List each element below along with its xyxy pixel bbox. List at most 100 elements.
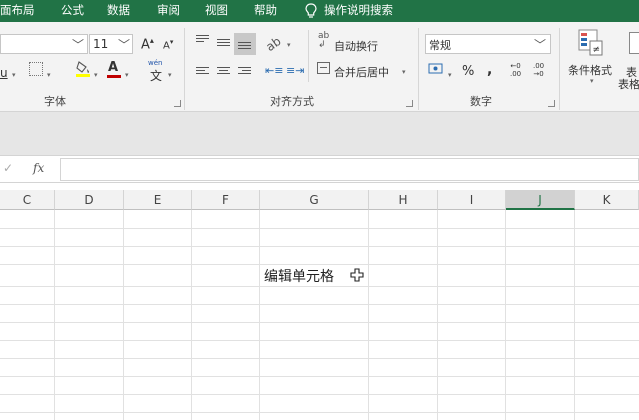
ribbon: ﹀ 11 ﹀ A▴ A▾ u ▾ ▾ ▾ A ▾ wén 文 ▾ 字体 ab ▾… [0,22,639,112]
font-group-label: 字体 [44,95,66,108]
chevron-down-icon[interactable]: ▾ [12,71,16,79]
chevron-down-icon[interactable]: ▾ [402,68,406,76]
number-group-label: 数字 [470,95,492,108]
chevron-down-icon[interactable]: ﹀ [534,36,546,53]
formula-input[interactable] [60,158,639,181]
lightbulb-icon[interactable] [305,3,317,19]
chevron-down-icon[interactable]: ▾ [448,71,452,79]
font-dialog-launcher[interactable] [174,100,181,107]
shrink-font-button[interactable]: A▾ [163,38,173,51]
grid-line [0,286,639,287]
wrap-text-button[interactable]: 自动换行 [334,38,378,54]
wrap-icon-label: ab [318,31,330,41]
chevron-down-icon[interactable]: ▾ [168,71,172,79]
chevron-down-icon[interactable]: ▾ [125,71,129,79]
dec-decimal-top: .00 [533,62,545,70]
grid-line [0,340,639,341]
align-bottom-button-active[interactable] [234,33,256,55]
grid-line [259,210,260,420]
dec-decimal-bottom: →0 [533,70,544,78]
chevron-down-icon[interactable]: ▾ [94,71,98,79]
decrease-indent-icon[interactable]: ⇤≡ [265,64,283,77]
column-header-e[interactable]: E [124,190,192,210]
column-header-h[interactable]: H [369,190,438,210]
column-header-g[interactable]: G [260,190,369,210]
underline-button[interactable]: u [0,66,8,80]
grid-line [574,210,575,420]
chevron-down-icon[interactable]: ▾ [287,41,291,49]
percent-button[interactable]: % [462,64,474,79]
ribbon-tab-bar: 面布局 公式 数据 审阅 视图 帮助 操作说明搜索 [0,0,639,22]
grid-line [0,228,639,229]
orientation-icon[interactable]: ab [263,34,283,54]
font-color-button[interactable]: A [108,60,118,75]
number-format-combobox[interactable]: 常规 ﹀ [425,34,551,54]
comma-button[interactable]: , [487,62,492,78]
grid-line [0,412,639,413]
conditional-formatting-button[interactable]: 条件格式 [568,62,612,78]
grid-line [123,210,124,420]
check-icon[interactable]: ✓ [3,161,13,175]
grid-line [368,210,369,420]
alignment-dialog-launcher[interactable] [406,100,413,107]
column-header-i[interactable]: I [438,190,506,210]
worksheet-grid[interactable]: C D E F G H I J K 编辑单元格 [0,190,639,420]
phonetic-guide-button[interactable]: 文 [150,67,162,84]
tab-review[interactable]: 审阅 [157,0,180,22]
svg-text:≠: ≠ [593,45,601,55]
tell-me-search[interactable]: 操作说明搜索 [324,0,393,22]
column-header-f[interactable]: F [192,190,260,210]
increase-decimal-button[interactable]: ←0.00 [510,62,521,78]
merge-center-button[interactable]: 合并后居中 [334,64,389,80]
tab-data[interactable]: 数据 [107,0,130,22]
wrap-text-icon[interactable]: ab ↲ [318,32,329,50]
grid-line [505,210,506,420]
grid-line [0,304,639,305]
conditional-formatting-icon[interactable]: ≠ [577,28,605,58]
column-header-c[interactable]: C [0,190,55,210]
ribbon-spacer [0,112,639,155]
shrink-font-label: A [163,40,170,52]
chevron-down-icon[interactable]: ▾ [590,77,594,85]
chevron-down-icon[interactable]: ﹀ [118,36,130,53]
column-header-d[interactable]: D [55,190,124,210]
accounting-format-icon[interactable] [428,62,444,76]
align-top-icon[interactable] [196,35,209,44]
grid-line [0,322,639,323]
decrease-decimal-button[interactable]: .00 →0 [533,62,544,78]
number-format-value: 常规 [429,39,451,52]
align-center-icon[interactable] [217,67,230,76]
tab-page-layout[interactable]: 面布局 [0,0,35,22]
chevron-down-icon[interactable]: ﹀ [72,36,84,53]
align-left-icon[interactable] [196,67,209,76]
insert-function-button[interactable]: fx [33,161,44,175]
grid-line [0,246,639,247]
align-right-icon[interactable] [238,67,251,76]
grid-line [0,394,639,395]
group-divider [418,28,419,110]
grid-line [0,264,639,265]
increase-indent-icon[interactable]: ≡⇥ [286,64,304,77]
borders-icon[interactable] [29,62,43,76]
merge-center-icon[interactable] [317,62,330,74]
tab-help[interactable]: 帮助 [254,0,277,22]
grow-font-button[interactable]: A▴ [141,36,154,52]
align-middle-icon[interactable] [217,39,230,48]
grid-line [191,210,192,420]
format-as-table-label-2[interactable]: 表格 [618,76,639,92]
tab-view[interactable]: 视图 [205,0,228,22]
number-dialog-launcher[interactable] [548,100,555,107]
chevron-down-icon[interactable]: ▾ [47,71,51,79]
fill-color-icon[interactable] [75,60,91,78]
cell-g-text[interactable]: 编辑单元格 [264,266,334,286]
group-divider [308,30,309,82]
tab-formulas[interactable]: 公式 [61,0,84,22]
column-header-k[interactable]: K [575,190,639,210]
group-divider [559,28,560,110]
formula-bar: ✓ fx [0,155,639,183]
inc-decimal-top: ←0 [510,62,521,70]
grow-font-label: A [141,37,150,53]
font-size-combobox[interactable]: 11 ﹀ [89,34,133,54]
format-as-table-icon[interactable] [629,32,639,54]
column-header-j[interactable]: J [506,190,575,210]
